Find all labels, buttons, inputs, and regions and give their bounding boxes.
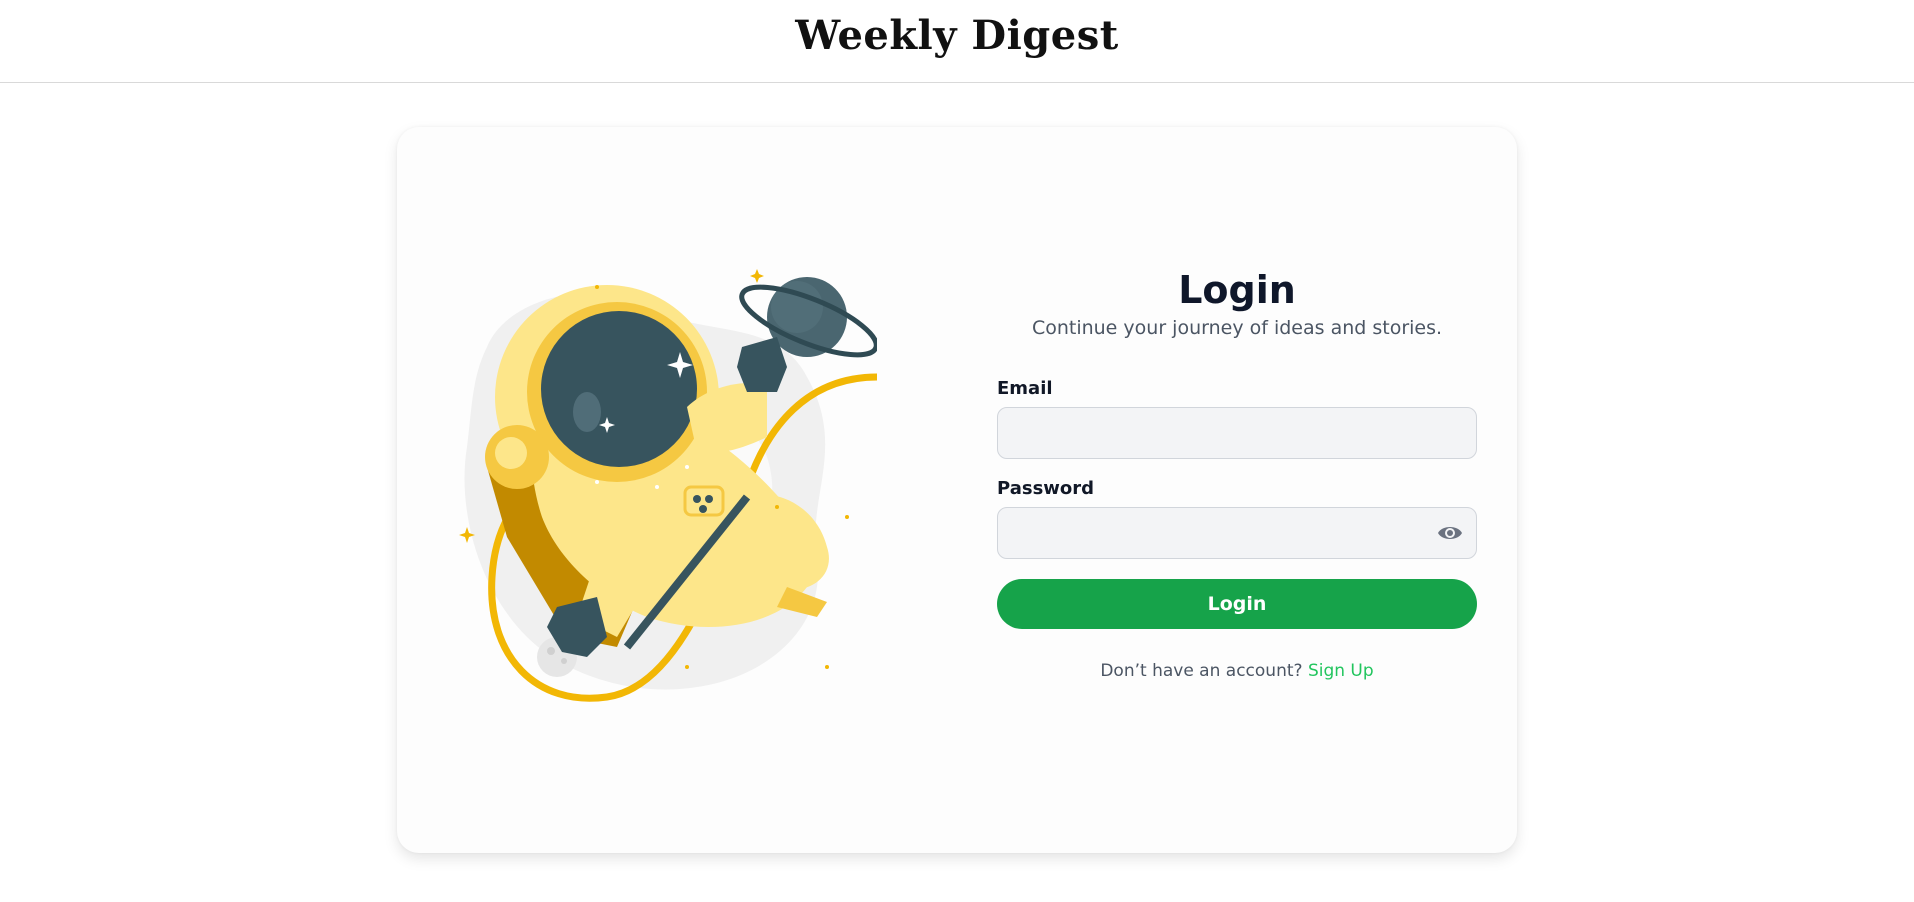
signup-prompt: Don’t have an account? xyxy=(1100,661,1303,681)
login-title: Login xyxy=(1178,268,1296,312)
login-subtitle: Continue your journey of ideas and stori… xyxy=(1031,317,1443,339)
email-label: Email xyxy=(997,378,1053,399)
top-bar: Weekly Digest xyxy=(0,0,1914,83)
astronaut-illustration xyxy=(459,269,877,702)
email-field[interactable] xyxy=(997,407,1477,459)
signup-row: Don’t have an account? Sign Up xyxy=(997,661,1477,681)
password-label: Password xyxy=(997,478,1095,499)
eye-icon[interactable] xyxy=(1437,522,1463,544)
password-field-wrap xyxy=(997,507,1477,559)
login-button[interactable]: Login xyxy=(997,579,1477,629)
signup-link[interactable]: Sign Up xyxy=(1308,661,1374,681)
login-form: Login Continue your journey of ideas and… xyxy=(997,267,1477,681)
password-field[interactable] xyxy=(997,507,1477,559)
email-field-wrap xyxy=(997,407,1477,459)
site-brand[interactable]: Weekly Digest xyxy=(0,12,1914,59)
login-card: Login Continue your journey of ideas and… xyxy=(397,127,1517,853)
